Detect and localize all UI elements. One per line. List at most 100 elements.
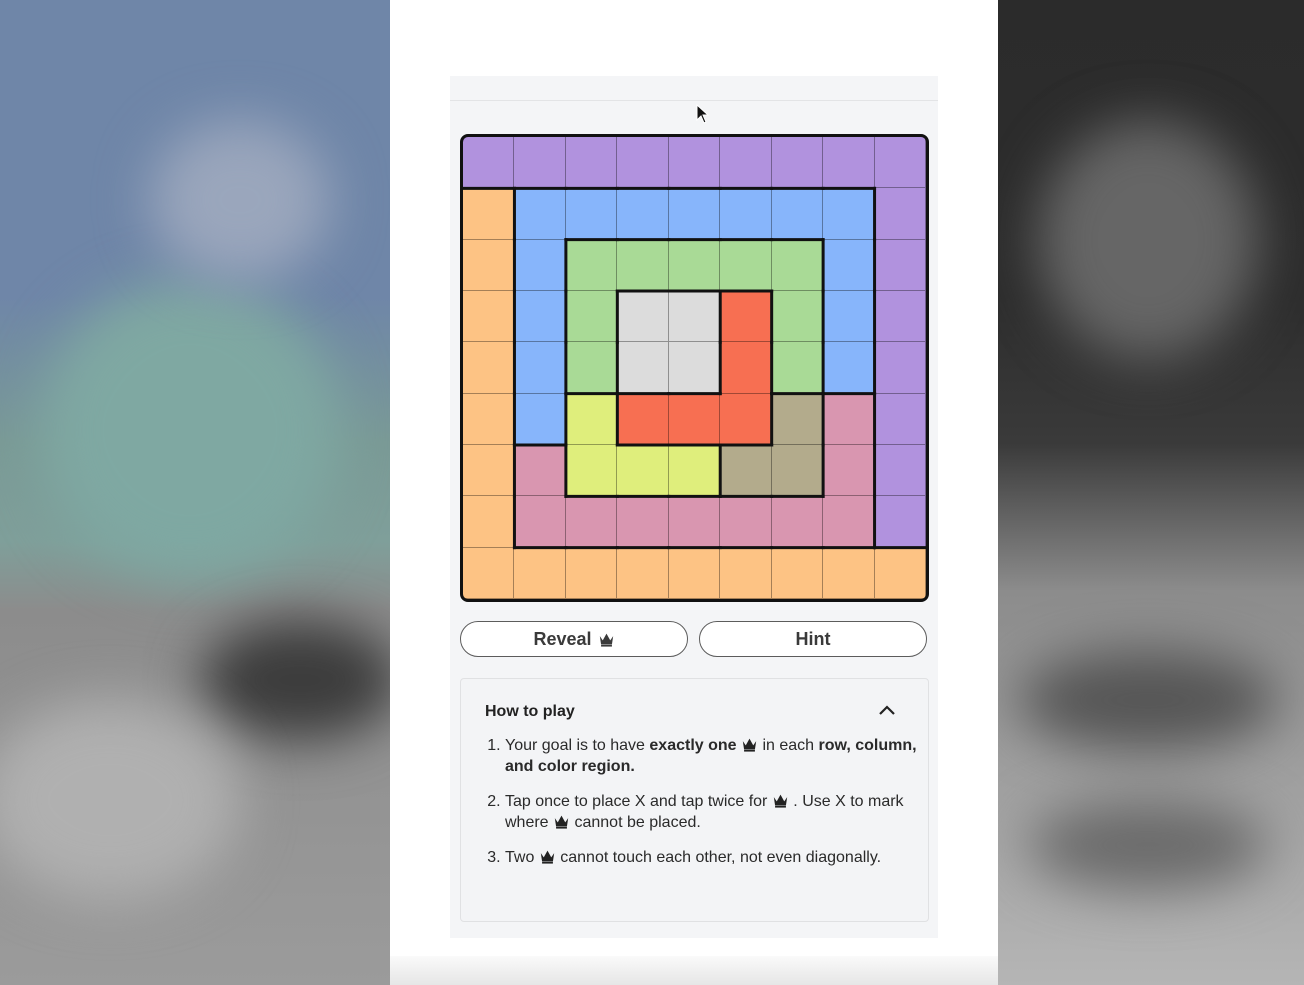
- board-cell[interactable]: [514, 290, 566, 343]
- board-cell[interactable]: [565, 342, 618, 394]
- board-cell[interactable]: [720, 290, 772, 343]
- blurred-background-left: [0, 0, 390, 985]
- board-cell[interactable]: [668, 239, 721, 291]
- board-cell[interactable]: [565, 188, 618, 240]
- crown-icon: [742, 738, 757, 752]
- board-cell[interactable]: [771, 137, 824, 189]
- board-cell[interactable]: [565, 137, 618, 189]
- board-cell[interactable]: [874, 444, 926, 497]
- board-cell[interactable]: [617, 444, 669, 497]
- board-cell[interactable]: [823, 342, 875, 394]
- board-cell[interactable]: [823, 290, 875, 343]
- board-cell[interactable]: [617, 137, 669, 189]
- board-cell[interactable]: [720, 188, 772, 240]
- rule-1: Your goal is to have exactly one in each…: [505, 735, 925, 777]
- board-cell[interactable]: [668, 342, 721, 394]
- board-cell[interactable]: [565, 547, 618, 599]
- board-cell[interactable]: [771, 239, 824, 291]
- board-cell[interactable]: [771, 290, 824, 343]
- board-cell[interactable]: [874, 496, 926, 548]
- board-cell[interactable]: [565, 496, 618, 548]
- board-cell[interactable]: [823, 496, 875, 548]
- board-cell[interactable]: [874, 188, 926, 240]
- board-cell[interactable]: [463, 496, 515, 548]
- board-cell[interactable]: [617, 188, 669, 240]
- crown-icon: [773, 794, 788, 808]
- chevron-up-icon[interactable]: [878, 703, 896, 719]
- reveal-button[interactable]: Reveal: [460, 621, 688, 657]
- queens-board[interactable]: [460, 134, 929, 602]
- board-cell[interactable]: [565, 239, 618, 291]
- board-cell[interactable]: [771, 496, 824, 548]
- board-cell[interactable]: [823, 393, 875, 445]
- board-cell[interactable]: [463, 239, 515, 291]
- board-cell[interactable]: [668, 496, 721, 548]
- board-grid[interactable]: [463, 137, 926, 599]
- board-cell[interactable]: [668, 137, 721, 189]
- board-cell[interactable]: [514, 444, 566, 497]
- board-cell[interactable]: [617, 547, 669, 599]
- board-cell[interactable]: [565, 393, 618, 445]
- hint-button[interactable]: Hint: [699, 621, 927, 657]
- board-cell[interactable]: [565, 290, 618, 343]
- board-cell[interactable]: [771, 444, 824, 497]
- bottom-bar: [390, 956, 998, 985]
- board-cell[interactable]: [668, 444, 721, 497]
- board-cell[interactable]: [617, 239, 669, 291]
- board-cell[interactable]: [823, 188, 875, 240]
- board-cell[interactable]: [720, 444, 772, 497]
- blurred-background-right: [998, 0, 1304, 985]
- board-cell[interactable]: [668, 290, 721, 343]
- board-cell[interactable]: [771, 393, 824, 445]
- board-cell[interactable]: [565, 444, 618, 497]
- board-cell[interactable]: [514, 188, 566, 240]
- board-cell[interactable]: [514, 342, 566, 394]
- mouse-cursor-icon: [696, 104, 710, 124]
- board-cell[interactable]: [874, 290, 926, 343]
- board-cell[interactable]: [668, 547, 721, 599]
- board-cell[interactable]: [463, 342, 515, 394]
- rule-3: Two cannot touch each other, not even di…: [505, 847, 925, 868]
- board-cell[interactable]: [874, 239, 926, 291]
- board-cell[interactable]: [720, 137, 772, 189]
- board-cell[interactable]: [874, 137, 926, 189]
- board-cell[interactable]: [514, 496, 566, 548]
- phone-screen: Reveal Hint How to play Your goal is to …: [390, 0, 998, 985]
- board-cell[interactable]: [463, 290, 515, 343]
- board-cell[interactable]: [874, 547, 926, 599]
- board-cell[interactable]: [771, 342, 824, 394]
- board-cell[interactable]: [874, 393, 926, 445]
- board-cell[interactable]: [668, 393, 721, 445]
- board-cell[interactable]: [514, 393, 566, 445]
- board-cell[interactable]: [463, 393, 515, 445]
- board-cell[interactable]: [514, 239, 566, 291]
- board-cell[interactable]: [617, 496, 669, 548]
- board-cell[interactable]: [514, 547, 566, 599]
- board-cell[interactable]: [720, 239, 772, 291]
- board-cell[interactable]: [463, 137, 515, 189]
- board-cell[interactable]: [463, 188, 515, 240]
- board-cell[interactable]: [668, 188, 721, 240]
- board-cell[interactable]: [514, 137, 566, 189]
- board-cell[interactable]: [720, 342, 772, 394]
- board-cell[interactable]: [617, 393, 669, 445]
- board-cell[interactable]: [823, 239, 875, 291]
- crown-icon: [554, 815, 569, 829]
- board-cell[interactable]: [720, 547, 772, 599]
- board-cell[interactable]: [823, 547, 875, 599]
- board-cell[interactable]: [617, 342, 669, 394]
- crown-icon: [540, 850, 554, 864]
- board-cell[interactable]: [617, 290, 669, 343]
- hint-label: Hint: [795, 628, 831, 649]
- board-cell[interactable]: [874, 342, 926, 394]
- board-cell[interactable]: [823, 137, 875, 189]
- board-cell[interactable]: [771, 547, 824, 599]
- crown-icon: [599, 633, 613, 647]
- board-cell[interactable]: [720, 496, 772, 548]
- board-cell[interactable]: [463, 444, 515, 497]
- board-cell[interactable]: [771, 188, 824, 240]
- how-to-play-panel: How to play Your goal is to have exactly…: [460, 678, 929, 922]
- board-cell[interactable]: [823, 444, 875, 497]
- board-cell[interactable]: [463, 547, 515, 599]
- board-cell[interactable]: [720, 393, 772, 445]
